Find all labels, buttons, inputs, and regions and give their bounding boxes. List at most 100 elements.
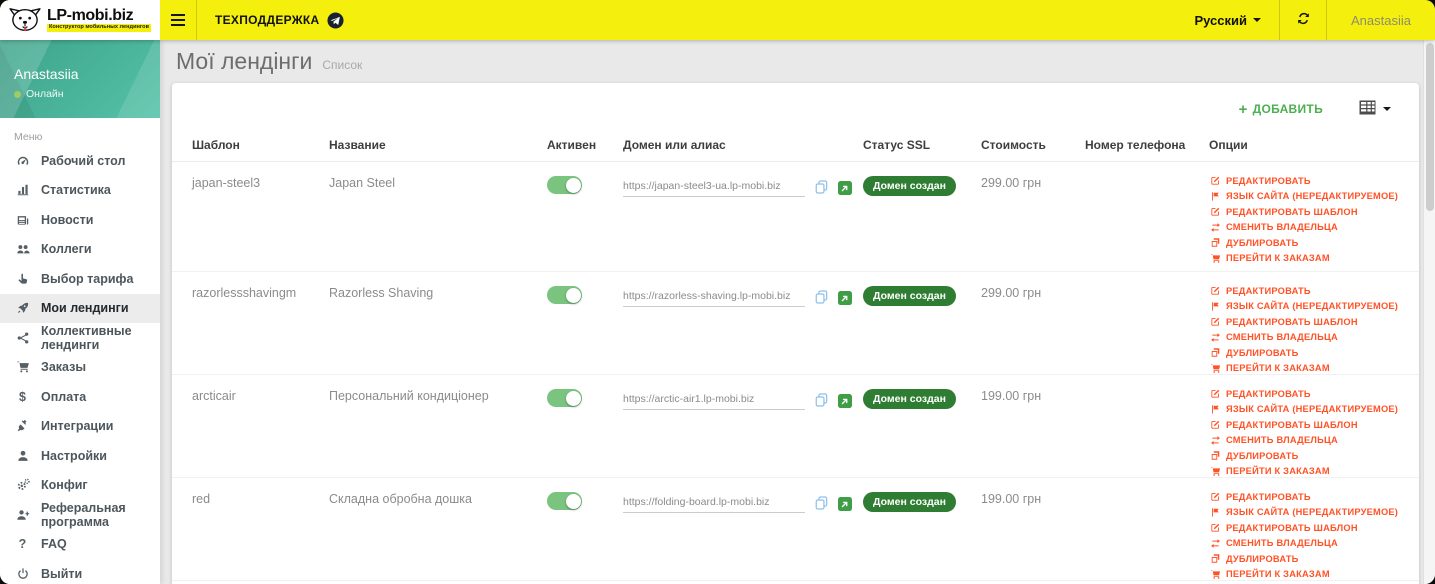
edit-icon: [1209, 388, 1221, 399]
ssl-status-badge: Домен создан: [863, 389, 956, 409]
copy-icon[interactable]: [814, 180, 829, 195]
option-link[interactable]: РЕДАКТИРОВАТЬ: [1209, 388, 1398, 399]
card-toolbar: + ДОБАВИТЬ: [172, 83, 1419, 131]
option-link[interactable]: РЕДАКТИРОВАТЬ: [1209, 491, 1398, 502]
open-site-icon[interactable]: [838, 290, 852, 305]
sidebar-item[interactable]: Рабочий стол: [0, 146, 160, 176]
language-label: Русский: [1194, 12, 1248, 28]
active-toggle[interactable]: [547, 286, 582, 304]
active-cell: [547, 375, 623, 477]
option-link[interactable]: СМЕНИТЬ ВЛАДЕЛЬЦА: [1209, 435, 1398, 446]
gears-icon: [14, 478, 31, 492]
option-link[interactable]: СМЕНИТЬ ВЛАДЕЛЬЦА: [1209, 332, 1398, 343]
refresh-button[interactable]: [1280, 0, 1326, 40]
scrollbar[interactable]: [1423, 40, 1435, 584]
domain-input[interactable]: [623, 290, 805, 307]
column-header: Домен или алиас: [623, 138, 726, 152]
option-link[interactable]: ПЕРЕЙТИ К ЗАКАЗАМ: [1209, 363, 1398, 374]
price-cell: 199.00 грн: [981, 389, 1042, 403]
sidebar-item[interactable]: Выбор тарифа: [0, 264, 160, 294]
option-label: РЕДАКТИРОВАТЬ: [1226, 285, 1311, 296]
sidebar-menu: Рабочий стол Статистика Новости Коллеги …: [0, 146, 160, 584]
column-header: Название: [329, 138, 386, 152]
table-row: razorlessshavingm Razorless Shaving http…: [172, 272, 1419, 375]
add-button[interactable]: + ДОБАВИТЬ: [1233, 101, 1329, 118]
sidebar-item-label: Реферальная программа: [41, 500, 126, 529]
option-link[interactable]: ДУБЛИРОВАТЬ: [1209, 450, 1398, 461]
option-link[interactable]: РЕДАКТИРОВАТЬ: [1209, 285, 1398, 296]
sidebar-item[interactable]: Коллективные лендинги: [0, 323, 160, 353]
table-row: arcticair Персональний кондиціонер https…: [172, 375, 1419, 478]
option-link[interactable]: ПЕРЕЙТИ К ЗАКАЗАМ: [1209, 253, 1398, 264]
copy-icon[interactable]: [814, 496, 829, 511]
option-link[interactable]: СМЕНИТЬ ВЛАДЕЛЬЦА: [1209, 222, 1398, 233]
sidebar-item[interactable]: Заказы: [0, 353, 160, 383]
option-link[interactable]: РЕДАКТИРОВАТЬ: [1209, 175, 1398, 186]
ssl-cell: Домен создан: [863, 478, 981, 580]
logo[interactable]: LP-mobi.biz Конструктор мобильных лендин…: [0, 0, 160, 40]
option-label: СМЕНИТЬ ВЛАДЕЛЬЦА: [1226, 435, 1338, 445]
sidebar-item[interactable]: Статистика: [0, 176, 160, 206]
open-site-icon[interactable]: [838, 180, 852, 195]
sidebar-item[interactable]: Мои лендинги: [0, 293, 160, 323]
sidebar-item[interactable]: ? FAQ: [0, 530, 160, 560]
user-icon: [14, 449, 31, 463]
option-link[interactable]: РЕДАКТИРОВАТЬ ШАБЛОН: [1209, 522, 1398, 533]
active-toggle[interactable]: [547, 389, 582, 407]
open-site-icon[interactable]: [838, 496, 852, 511]
sidebar-toggle-button[interactable]: [160, 0, 196, 40]
scrollbar-thumb[interactable]: [1425, 43, 1434, 211]
topbar-username[interactable]: Anastasiia: [1327, 0, 1435, 40]
sidebar-item[interactable]: Коллеги: [0, 235, 160, 265]
brand-tagline: Конструктор мобильных лендингов: [47, 24, 152, 33]
active-toggle[interactable]: [547, 176, 582, 194]
sidebar-item[interactable]: Интеграции: [0, 412, 160, 442]
option-link[interactable]: ЯЗЫК САЙТА (НЕРЕДАКТИРУЕМОЕ): [1209, 507, 1398, 518]
copy-icon[interactable]: [814, 393, 829, 408]
option-label: ДУБЛИРОВАТЬ: [1226, 347, 1299, 358]
option-link[interactable]: ПЕРЕЙТИ К ЗАКАЗАМ: [1209, 569, 1398, 580]
open-site-icon[interactable]: [838, 393, 852, 408]
sidebar-user-panel: Anastasiia Онлайн: [0, 40, 160, 118]
option-link[interactable]: ЯЗЫК САЙТА (НЕРЕДАКТИРУЕМОЕ): [1209, 301, 1398, 312]
active-cell: [547, 162, 623, 271]
option-link[interactable]: ПЕРЕЙТИ К ЗАКАЗАМ: [1209, 466, 1398, 477]
logo-text: LP-mobi.biz Конструктор мобильных лендин…: [47, 7, 152, 33]
table-view-dropdown[interactable]: [1353, 99, 1397, 119]
sidebar-item[interactable]: $ Оплата: [0, 382, 160, 412]
dog-logo-icon: [8, 6, 42, 34]
name-cell: Складна обробна дошка: [329, 492, 472, 506]
option-label: ДУБЛИРОВАТЬ: [1226, 450, 1299, 461]
sidebar-username: Anastasiia: [14, 66, 79, 82]
sidebar-item[interactable]: Реферальная программа: [0, 500, 160, 530]
domain-input[interactable]: [623, 393, 805, 410]
phone-cell: [1085, 272, 1209, 374]
option-label: ПЕРЕЙТИ К ЗАКАЗАМ: [1226, 466, 1330, 476]
copy-icon[interactable]: [814, 290, 829, 305]
option-link[interactable]: РЕДАКТИРОВАТЬ ШАБЛОН: [1209, 206, 1398, 217]
edit-icon: [1209, 206, 1221, 217]
active-cell: [547, 272, 623, 374]
sidebar-item[interactable]: Новости: [0, 205, 160, 235]
column-header: Шаблон: [192, 138, 240, 152]
option-link[interactable]: СМЕНИТЬ ВЛАДЕЛЬЦА: [1209, 538, 1398, 549]
sidebar-item[interactable]: Конфиг: [0, 471, 160, 501]
name-cell: Japan Steel: [329, 176, 396, 190]
language-icon: [1209, 191, 1221, 202]
sidebar-item[interactable]: Настройки: [0, 441, 160, 471]
option-link[interactable]: ДУБЛИРОВАТЬ: [1209, 237, 1398, 248]
option-link[interactable]: РЕДАКТИРОВАТЬ ШАБЛОН: [1209, 316, 1398, 327]
refresh-icon: [1296, 11, 1311, 29]
sidebar-item[interactable]: Выйти: [0, 559, 160, 584]
option-link[interactable]: ДУБЛИРОВАТЬ: [1209, 553, 1398, 564]
support-button[interactable]: ТЕХПОДДЕРЖКА: [197, 0, 362, 40]
option-link[interactable]: ЯЗЫК САЙТА (НЕРЕДАКТИРУЕМОЕ): [1209, 191, 1398, 202]
support-label: ТЕХПОДДЕРЖКА: [215, 13, 320, 27]
domain-input[interactable]: [623, 180, 805, 197]
domain-input[interactable]: [623, 496, 805, 513]
option-link[interactable]: РЕДАКТИРОВАТЬ ШАБЛОН: [1209, 419, 1398, 430]
option-link[interactable]: ДУБЛИРОВАТЬ: [1209, 347, 1398, 358]
option-link[interactable]: ЯЗЫК САЙТА (НЕРЕДАКТИРУЕМОЕ): [1209, 404, 1398, 415]
language-dropdown[interactable]: Русский: [1176, 0, 1279, 40]
active-toggle[interactable]: [547, 492, 582, 510]
